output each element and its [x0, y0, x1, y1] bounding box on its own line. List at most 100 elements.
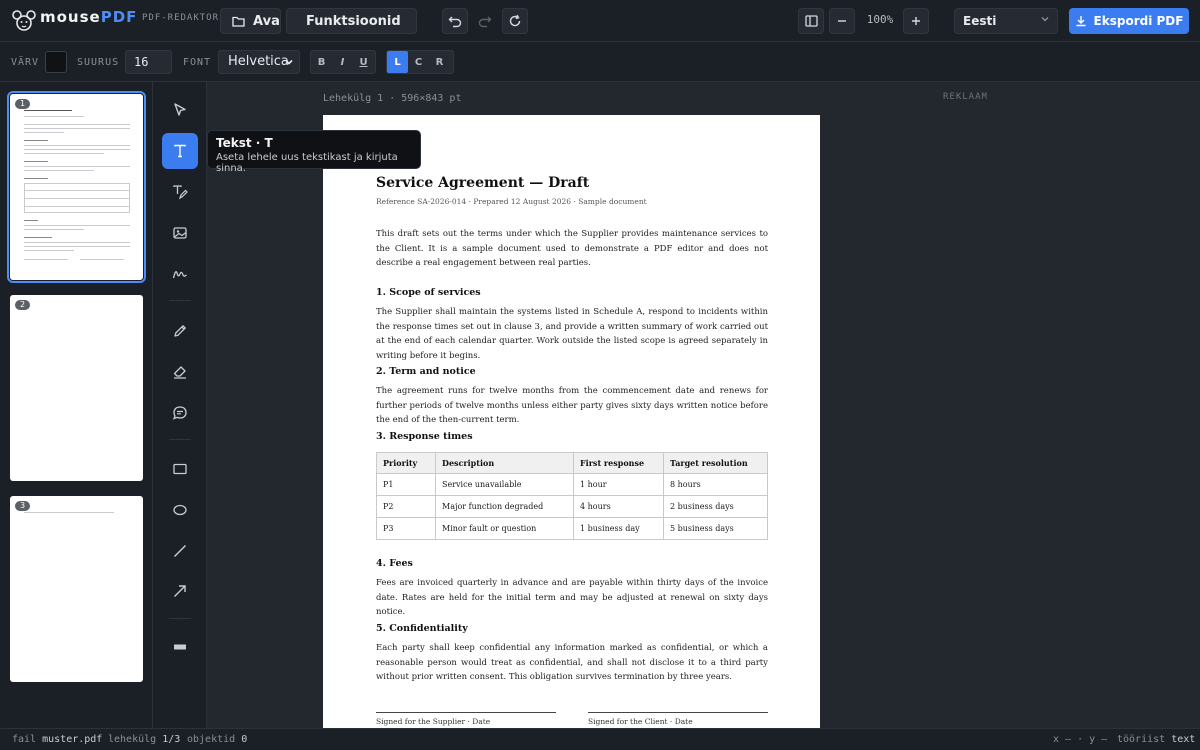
thumb-line	[24, 149, 130, 150]
toggle-sidebar-button[interactable]	[798, 8, 824, 34]
line-tool[interactable]	[162, 533, 198, 569]
section-heading-confidentiality[interactable]: 5. Confidentiality	[376, 623, 468, 634]
status-tool: tööriist text	[1117, 734, 1196, 745]
thumb-line	[24, 178, 48, 179]
functions-menu-button[interactable]: Funktsioonid	[286, 8, 417, 34]
section-text-term[interactable]: The agreement runs for twelve months fro…	[376, 384, 768, 428]
chevron-down-icon	[285, 59, 293, 65]
section-heading-term[interactable]: 2. Term and notice	[376, 366, 476, 377]
table-cell: 8 hours	[663, 473, 768, 496]
rectangle-tool[interactable]	[162, 451, 198, 487]
zoom-level: 100%	[866, 13, 894, 26]
text-icon	[174, 144, 186, 158]
page-thumbnail-3[interactable]: 3	[10, 496, 143, 682]
tooltip-title: Tekst · T	[216, 136, 273, 150]
folder-icon	[232, 16, 245, 27]
table-cell: P2	[376, 495, 436, 518]
redo-button[interactable]	[472, 8, 498, 34]
color-label: VÄRV	[11, 57, 40, 68]
export-pdf-button[interactable]: Ekspordi PDF	[1069, 8, 1189, 34]
thumb-line	[24, 153, 104, 154]
status-file: fail muster.pdf	[12, 734, 103, 745]
bold-button[interactable]: B	[311, 51, 332, 73]
app-subtitle: PDF-REDAKTOR	[142, 13, 220, 23]
table-cell: 4 hours	[573, 495, 664, 518]
font-family-select[interactable]: Helvetica	[218, 50, 300, 74]
table-cell: Major function degraded	[435, 495, 574, 518]
response-times-table[interactable]: Priority Description First response Targ…	[376, 452, 768, 540]
align-left-button[interactable]: L	[387, 51, 408, 73]
alignment-group: L C R	[386, 50, 454, 74]
section-heading-response[interactable]: 3. Response times	[376, 431, 473, 442]
arrow-tool[interactable]	[162, 573, 198, 609]
italic-button[interactable]: I	[332, 51, 353, 73]
font-size-input[interactable]: 16	[125, 50, 172, 74]
tool-palette	[153, 82, 207, 728]
undo-icon	[448, 16, 462, 28]
table-cell: P1	[376, 473, 436, 496]
pdf-page[interactable]: Service Agreement — Draft Reference SA-2…	[323, 115, 820, 728]
section-heading-fees[interactable]: 4. Fees	[376, 558, 413, 569]
section-text-confidentiality[interactable]: Each party shall keep confidential any i…	[376, 641, 768, 685]
thumb-line	[24, 512, 114, 513]
zoom-in-button[interactable]	[903, 8, 929, 34]
section-heading-scope[interactable]: 1. Scope of services	[376, 287, 481, 298]
document-reference[interactable]: Reference SA-2026-014 · Prepared 12 Augu…	[376, 197, 647, 206]
edit-text-tool[interactable]	[162, 174, 198, 210]
signature-tool[interactable]	[162, 256, 198, 292]
color-swatch[interactable]	[45, 51, 67, 73]
text-style-group: B I U	[310, 50, 376, 74]
align-right-button[interactable]: R	[429, 51, 450, 73]
size-label: SUURUS	[77, 57, 120, 68]
intro-paragraph[interactable]: This draft sets out the terms under whic…	[376, 227, 768, 271]
tool-divider	[169, 439, 191, 440]
draw-tool[interactable]	[162, 313, 198, 349]
thumb-line	[24, 124, 130, 125]
page-thumbnails: 1 2 3	[0, 82, 153, 728]
table-cell: Service unavailable	[435, 473, 574, 496]
text-tool-tooltip: Tekst · T Aseta lehele uus tekstikast ja…	[207, 130, 421, 174]
section-text-scope[interactable]: The Supplier shall maintain the systems …	[376, 305, 768, 363]
thumb-line	[24, 206, 130, 207]
text-tool[interactable]	[162, 133, 198, 169]
redact-tool[interactable]	[162, 629, 198, 665]
download-icon	[1076, 16, 1086, 27]
signature-icon	[172, 271, 187, 279]
arrow-icon	[174, 585, 186, 597]
document-canvas[interactable]: Lehekülg 1 · 596×843 pt REKLAAM Service …	[207, 82, 1200, 728]
tooltip-text: Aseta lehele uus tekstikast ja kirjuta s…	[216, 152, 398, 174]
ellipse-tool[interactable]	[162, 492, 198, 528]
eraser-tool[interactable]	[162, 354, 198, 390]
table-cell: 1 business day	[573, 517, 664, 540]
language-select[interactable]: Eesti	[954, 8, 1058, 34]
thumb-line	[24, 220, 38, 221]
table-row: P3 Minor fault or question 1 business da…	[376, 517, 768, 540]
signature-label-supplier[interactable]: Signed for the Supplier · Date	[376, 717, 490, 726]
signature-label-client[interactable]: Signed for the Client · Date	[588, 717, 693, 726]
app-brand: mousePDF	[40, 8, 138, 26]
top-toolbar: mousePDF PDF-REDAKTOR Ava Funktsioonid 1…	[0, 0, 1200, 42]
table-cell: 1 hour	[573, 473, 664, 496]
minus-icon	[838, 20, 846, 22]
undo-button[interactable]	[442, 8, 468, 34]
page-thumbnail-1[interactable]: 1	[7, 91, 146, 283]
table-cell: 2 business days	[663, 495, 768, 518]
underline-button[interactable]: U	[353, 51, 374, 73]
thumb-line	[24, 198, 130, 199]
open-button[interactable]: Ava	[220, 8, 281, 34]
thumb-line	[24, 250, 74, 251]
tool-divider	[169, 618, 191, 619]
document-title[interactable]: Service Agreement — Draft	[376, 175, 589, 191]
page-thumbnail-2[interactable]: 2	[10, 295, 143, 481]
status-objects: objektid 0	[187, 734, 248, 745]
section-text-fees[interactable]: Fees are invoiced quarterly in advance a…	[376, 576, 768, 620]
reset-button[interactable]	[502, 8, 528, 34]
align-center-button[interactable]: C	[408, 51, 429, 73]
thumb-line	[80, 259, 124, 260]
comment-tool[interactable]	[162, 395, 198, 431]
thumb-line	[24, 237, 52, 238]
select-tool[interactable]	[162, 92, 198, 128]
zoom-out-button[interactable]	[829, 8, 855, 34]
page-info: Lehekülg 1 · 596×843 pt	[323, 93, 462, 104]
image-tool[interactable]	[162, 215, 198, 251]
